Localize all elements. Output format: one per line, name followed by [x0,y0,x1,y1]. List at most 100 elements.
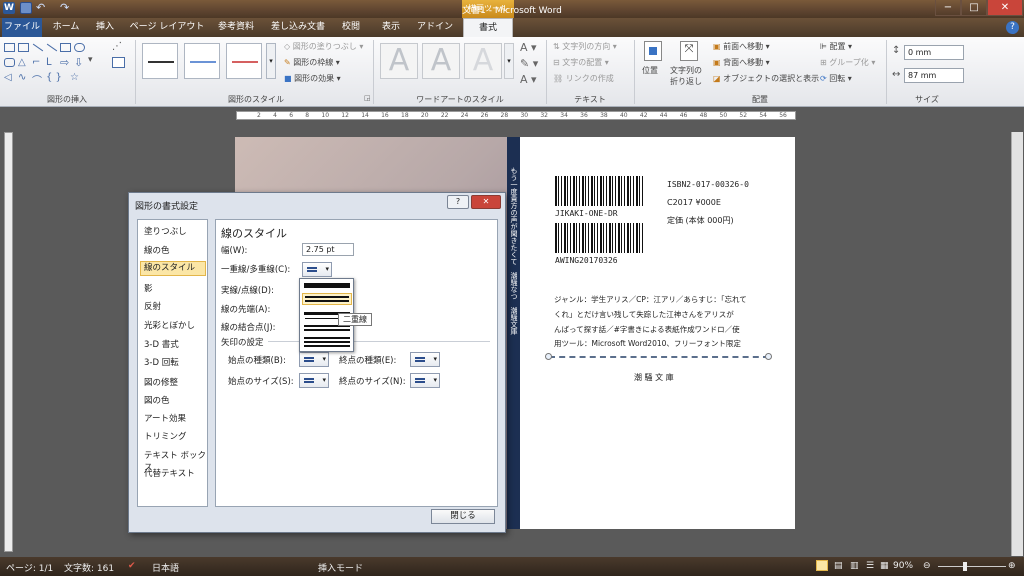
arrow-right-shape-icon[interactable]: ⇨ [60,56,69,69]
draft-view-icon[interactable]: ▦ [880,561,889,571]
full-screen-view-icon[interactable]: ▤ [834,561,843,571]
shapes-gallery[interactable]: △ ⌐ ᒪ ⇨ ⇩ ▾ ◁ ∿ ⌒ { } ☆ [4,41,104,87]
minimize-button[interactable]: − [935,0,961,16]
nav-glow[interactable]: 光彩とぼかし [144,319,195,331]
shape-style-red[interactable] [226,43,262,79]
language-label[interactable]: 日本語 [152,561,179,574]
tab-view[interactable]: 表示 [376,18,406,37]
tab-addins[interactable]: アドイン [414,18,456,37]
help-icon[interactable]: ? [1006,21,1019,34]
triangle-shape-icon[interactable]: △ [18,57,26,68]
close-button[interactable]: ✕ [987,0,1023,16]
tab-references[interactable]: 参考資料 [212,18,260,37]
compound-single[interactable] [304,283,350,288]
arrow-down-shape-icon[interactable]: ⇩ [74,56,83,69]
proofing-icon[interactable]: ✔ [128,561,136,571]
oval-shape-icon[interactable] [74,43,85,52]
tab-home[interactable]: ホーム [48,18,84,37]
tab-format[interactable]: 書式 [463,18,513,37]
nav-picture-corrections[interactable]: 図の修整 [144,376,178,388]
compound-triple[interactable] [304,337,350,339]
dialog-close-button[interactable]: ✕ [471,195,501,209]
page-count[interactable]: ページ: 1/1 [6,561,53,574]
group-button[interactable]: ⊞ グループ化 ▾ [820,57,875,68]
shape-style-blue[interactable] [184,43,220,79]
nav-crop[interactable]: トリミング [144,430,187,442]
nav-alt-text[interactable]: 代替テキスト [144,467,195,479]
selected-line-shape[interactable] [549,356,769,358]
end-size-dropdown[interactable]: ▾ [410,373,440,388]
tab-insert[interactable]: 挿入 [90,18,120,37]
shape-outline-button[interactable]: ✎ 図形の枠線 ▾ [284,57,340,68]
insert-mode-label[interactable]: 挿入モード [318,561,363,574]
freeform-shape-icon[interactable]: ◁ [4,72,12,83]
star-shape-icon[interactable]: ☆ [70,72,79,83]
vertical-textbox-shape-icon[interactable] [18,43,29,52]
vertical-scrollbar[interactable] [1011,132,1023,556]
tab-file[interactable]: ファイル [2,18,42,37]
bring-forward-button[interactable]: ▣ 前面へ移動 ▾ [713,41,770,52]
compound-type-dropdown[interactable]: ▾ [302,262,332,277]
curve-shape-icon[interactable]: ∿ [18,72,26,83]
nav-3d-rotation[interactable]: 3-D 回転 [144,356,179,368]
line-handle-left[interactable] [545,353,552,360]
send-backward-button[interactable]: ▣ 背面へ移動 ▾ [713,57,770,68]
dialog-help-button[interactable]: ? [447,195,469,209]
shape-fill-button[interactable]: ◇ 図形の塗りつぶし ▾ [284,41,363,52]
textbox-shape-icon[interactable] [4,43,15,52]
vertical-ruler[interactable] [4,132,13,552]
wordart-style-3[interactable]: A [464,43,502,79]
shape-effects-button[interactable]: ■ 図形の効果 ▾ [284,73,341,84]
height-spinner[interactable]: 0 mm [904,45,964,60]
text-box-icon[interactable] [112,57,125,68]
horizontal-ruler[interactable]: 2 4 6 8 10 12 14 16 18 20 22 24 26 28 30 32 34 36 38 40 42 44… [236,111,796,120]
zoom-level[interactable]: 90% [893,561,913,571]
end-type-dropdown[interactable]: ▾ [410,352,440,367]
dialog-close-ok-button[interactable]: 閉じる [431,509,495,524]
wordart-style-1[interactable]: A [380,43,418,79]
position-button[interactable]: 位置 [640,41,666,91]
connector-shape-icon[interactable]: ⌐ [32,57,40,68]
line-width-input[interactable]: 2.75 pt [302,243,354,256]
scribble-shape-icon[interactable]: ⌒ [32,72,42,87]
line2-shape-icon[interactable] [46,43,58,52]
wordart-gallery-more-icon[interactable]: ▾ [504,43,514,79]
tab-mailings[interactable]: 差し込み文書 [266,18,330,37]
maximize-button[interactable]: □ [961,0,987,16]
begin-size-dropdown[interactable]: ▾ [299,373,329,388]
nav-line-color[interactable]: 線の色 [144,244,170,256]
nav-reflection[interactable]: 反射 [144,300,161,312]
nav-shadow[interactable]: 影 [144,282,153,294]
brace-shape-icon[interactable]: { } [46,72,62,83]
shape-style-black[interactable] [142,43,178,79]
zoom-out-icon[interactable]: ⊖ [923,561,931,571]
line-handle-right[interactable] [765,353,772,360]
create-link-button[interactable]: ⛓ リンクの作成 [553,73,614,84]
text-fill-icon[interactable]: A ▾ [520,41,537,54]
nav-fill[interactable]: 塗りつぶし [144,225,187,237]
more-shapes-icon[interactable]: ▾ [88,55,93,65]
nav-line-style[interactable]: 線のスタイル [140,261,206,276]
zoom-slider-thumb[interactable] [963,562,967,571]
outline-view-icon[interactable]: ☰ [866,561,874,571]
dialog-launcher-icon[interactable]: ◲ [364,94,371,102]
begin-type-dropdown[interactable]: ▾ [299,352,329,367]
text-outline-icon[interactable]: ✎ ▾ [520,57,538,70]
compound-double-selected[interactable] [302,293,352,305]
nav-3d-format[interactable]: 3-D 書式 [144,338,179,350]
print-layout-view-icon[interactable] [816,560,828,571]
zoom-slider[interactable] [938,566,1006,567]
width-spinner[interactable]: 87 mm [904,68,964,83]
text-effects-icon[interactable]: A ▾ [520,73,537,86]
web-layout-view-icon[interactable]: ▥ [850,561,859,571]
style-gallery-more-icon[interactable]: ▾ [266,43,276,79]
align-button[interactable]: ⊫ 配置 ▾ [820,41,852,52]
text-align-button[interactable]: ⊟ 文字の配置 ▾ [553,57,609,68]
word-count[interactable]: 文字数: 161 [64,561,114,574]
elbow-shape-icon[interactable]: ᒪ [46,57,52,68]
wordart-style-2[interactable]: A [422,43,460,79]
line-shape-icon[interactable] [32,43,44,52]
tab-page-layout[interactable]: ページ レイアウト [128,18,206,37]
tab-review[interactable]: 校閲 [336,18,366,37]
nav-picture-color[interactable]: 図の色 [144,394,170,406]
